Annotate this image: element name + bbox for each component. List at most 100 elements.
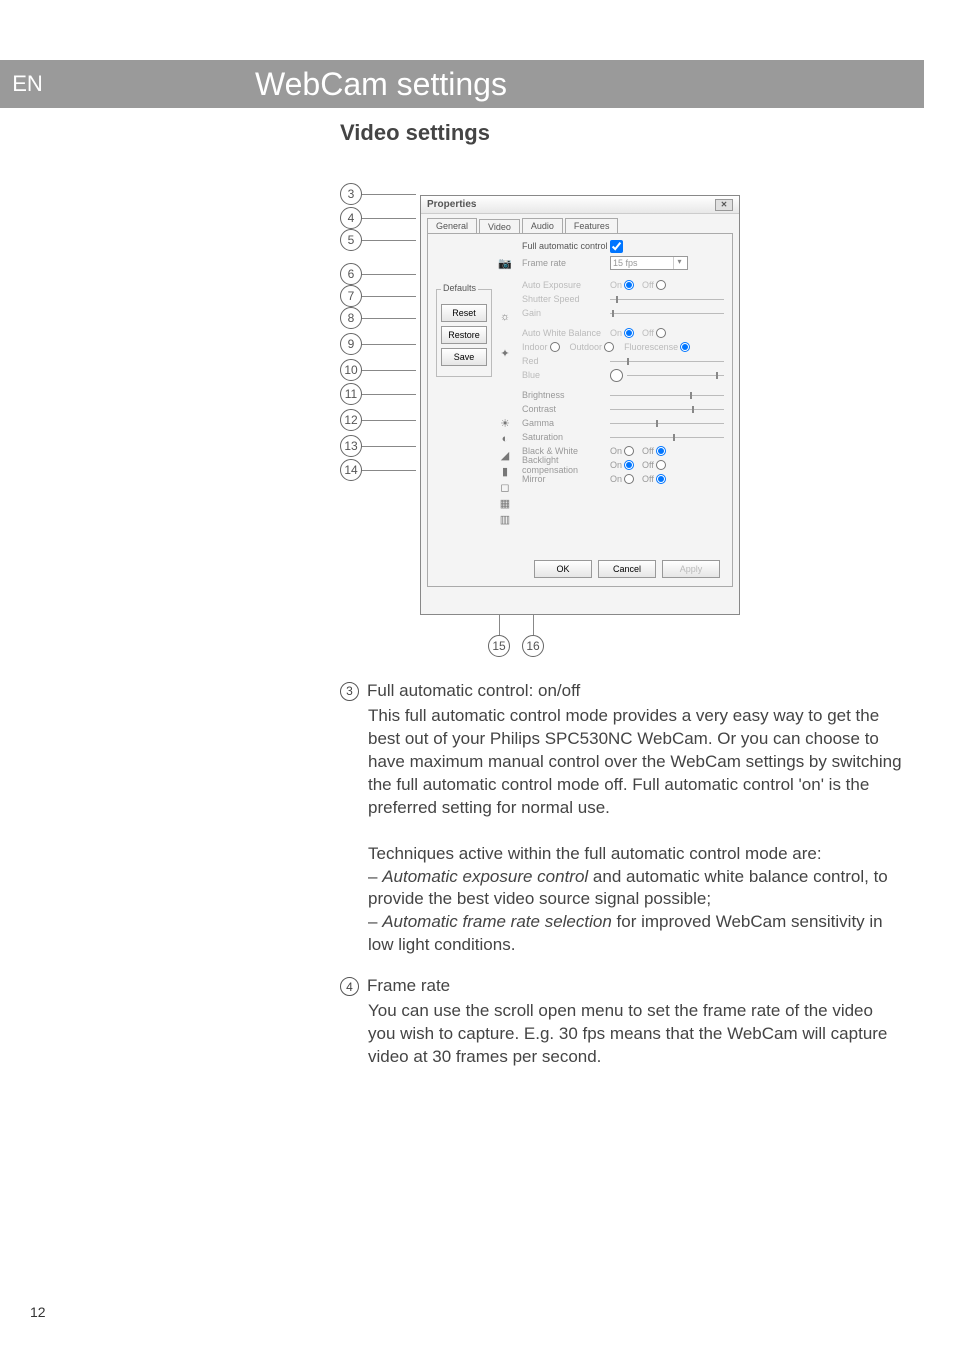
gain-slider[interactable] [610,313,724,314]
auto-exposure-on[interactable]: On [610,280,634,290]
defaults-legend: Defaults [441,283,478,293]
tab-general[interactable]: General [427,218,477,233]
dialog-titlebar: Properties ✕ [421,196,739,214]
auto-wb-label: Auto White Balance [522,328,610,338]
contrast-label: Contrast [522,404,610,414]
shutter-slider[interactable] [610,299,724,300]
dialog-footer: OK Cancel Apply [534,560,720,578]
wb-fluorescense[interactable]: Fluorescense [624,342,690,352]
explain-3-p1: This full automatic control mode provide… [368,705,904,820]
restore-button[interactable]: Restore [441,326,487,344]
auto-exposure-label: Auto Exposure [522,280,610,290]
callout-11: 11 [340,383,362,405]
tab-video[interactable]: Video [479,219,520,234]
section-title: Video settings [340,120,490,146]
frame-rate-label: Frame rate [522,258,610,268]
mirror-icon: ▥ [498,512,512,526]
gamma-icon: ◢ [498,448,512,462]
bw-icon: ◻ [498,480,512,494]
full-auto-checkbox[interactable] [610,240,623,253]
gamma-label: Gamma [522,418,610,428]
backlight-on[interactable]: On [610,460,634,470]
page-title-banner: WebCam settings [55,60,924,108]
ok-button[interactable]: OK [534,560,592,578]
save-button[interactable]: Save [441,348,487,366]
backlight-label: Backlight compensation [522,455,610,475]
red-label: Red [522,356,610,366]
gamma-slider[interactable] [610,423,724,424]
bw-on[interactable]: On [610,446,634,456]
backlight-off[interactable]: Off [642,460,666,470]
icon-column: 📷 ☼ ✦ ☀ ◐ ◢ ▮ ◻ ▦ ▥ [498,254,514,528]
callout-5: 5 [340,229,362,251]
brightness-label: Brightness [522,390,610,400]
exposure-icon: ☼ [498,310,512,324]
brightness-icon: ☀ [498,416,512,430]
auto-exposure-off[interactable]: Off [642,280,666,290]
callout-8: 8 [340,307,362,329]
auto-wb-off[interactable]: Off [642,328,666,338]
callout-10: 10 [340,359,362,381]
cancel-button[interactable]: Cancel [598,560,656,578]
defaults-group: Defaults Reset Restore Save [436,289,492,377]
contrast-icon: ◐ [498,432,512,446]
mirror-label: Mirror [522,474,610,484]
tab-features[interactable]: Features [565,218,619,233]
page-number: 12 [30,1304,46,1320]
saturation-label: Saturation [522,432,610,442]
callout-14: 14 [340,459,362,481]
explain-title-4: Frame rate [367,975,450,998]
explain-4-p1: You can use the scroll open menu to set … [368,1000,904,1069]
wb-outdoor[interactable]: Outdoor [570,342,615,352]
close-icon[interactable]: ✕ [715,199,733,211]
explain-title-3: Full automatic control: on/off [367,680,580,703]
full-auto-control: Full automatic control [522,240,623,253]
explain-num-4: 4 [340,977,359,996]
mirror-off[interactable]: Off [642,474,666,484]
apply-button[interactable]: Apply [662,560,720,578]
explain-3-b1: – Automatic exposure control and automat… [368,866,904,912]
tab-body: Full automatic control 📷 ☼ ✦ ☀ ◐ ◢ ▮ ◻ ▦… [427,233,733,587]
dialog-title: Properties [427,199,476,210]
wb-icon: ✦ [498,346,512,360]
callout-9: 9 [340,333,362,355]
settings-column: Frame rate 15 fps ▾ Auto Exposure On Off [522,256,724,486]
callout-7: 7 [340,285,362,307]
blue-radio[interactable] [610,369,623,382]
red-slider[interactable] [610,361,724,362]
tab-strip: General Video Audio Features [421,214,739,233]
language-tab: EN [0,60,55,108]
blue-slider[interactable] [627,375,724,376]
mirror-on[interactable]: On [610,474,634,484]
full-auto-label: Full automatic control [522,241,608,251]
tab-audio[interactable]: Audio [522,218,563,233]
callout-12: 12 [340,409,362,431]
callout-15: 15 [488,635,510,657]
saturation-icon: ▮ [498,464,512,478]
bw-off[interactable]: Off [642,446,666,456]
frame-rate-dropdown[interactable]: 15 fps ▾ [610,256,688,270]
properties-dialog: Properties ✕ General Video Audio Feature… [420,195,740,615]
wb-indoor[interactable]: Indoor [522,342,560,352]
explain-3-p2: Techniques active within the full automa… [368,843,904,866]
blue-label: Blue [522,370,610,380]
saturation-slider[interactable] [610,437,724,438]
chevron-down-icon: ▾ [673,257,685,269]
camera-icon: 📷 [498,256,512,270]
callout-13: 13 [340,435,362,457]
explain-3-b2: – Automatic frame rate selection for imp… [368,911,904,957]
brightness-slider[interactable] [610,395,724,396]
callout-3: 3 [340,183,362,205]
callout-16: 16 [522,635,544,657]
callout-6: 6 [340,263,362,285]
gain-label: Gain [522,308,610,318]
explain-num-3: 3 [340,682,359,701]
explanatory-text: 3 Full automatic control: on/off This fu… [340,680,904,1087]
callout-4: 4 [340,207,362,229]
backlight-icon: ▦ [498,496,512,510]
auto-wb-on[interactable]: On [610,328,634,338]
reset-button[interactable]: Reset [441,304,487,322]
contrast-slider[interactable] [610,409,724,410]
frame-rate-value: 15 fps [613,258,638,268]
shutter-speed-label: Shutter Speed [522,294,610,304]
